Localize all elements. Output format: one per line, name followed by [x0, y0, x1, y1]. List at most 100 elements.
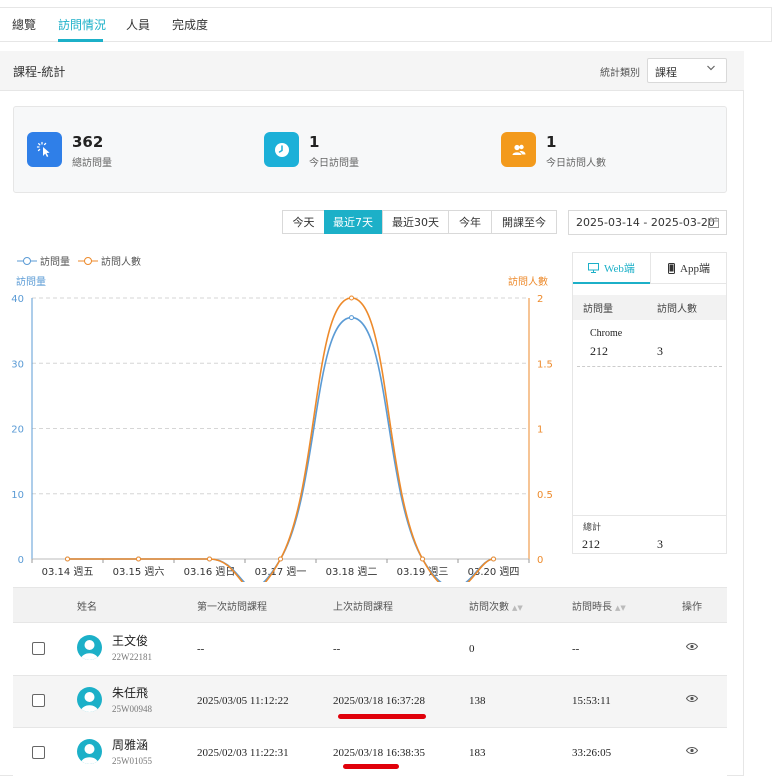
x-tick-label: 03.16 週日	[184, 566, 236, 578]
x-tick-label: 03.18 週二	[326, 566, 378, 578]
x-tick-label: 03.19 週三	[397, 566, 449, 578]
y-left-tick-label: 30	[11, 359, 24, 370]
legend-visits[interactable]: 訪問量	[17, 253, 70, 268]
tab-app-label: App端	[680, 263, 710, 275]
legend-visitors[interactable]: 訪問人數	[78, 253, 141, 268]
tab-people[interactable]: 人員	[126, 16, 150, 33]
data-point	[349, 315, 354, 321]
row-duration: 15:53:11	[572, 695, 611, 707]
tab-completion[interactable]: 完成度	[172, 16, 208, 33]
y-left-tick-label: 10	[11, 490, 24, 501]
sort-icon[interactable]: ▲▼	[615, 604, 626, 612]
x-tick-label: 03.14 週五	[42, 566, 94, 578]
today-visitors-value: 1	[546, 133, 557, 151]
row-first-visit: --	[197, 643, 205, 655]
legend-visitors-label: 訪問人數	[101, 257, 141, 268]
range-7days-button[interactable]: 最近7天	[324, 210, 382, 234]
avatar	[77, 687, 102, 712]
row-checkbox[interactable]	[32, 642, 45, 655]
row-checkbox[interactable]	[32, 746, 45, 759]
range-30days-button[interactable]: 最近30天	[382, 210, 449, 234]
side-total-visits: 212	[582, 537, 600, 551]
row-name[interactable]: 王文俊	[112, 632, 148, 649]
row-last-visit: --	[333, 643, 341, 655]
y-right-tick-label: 0.5	[537, 490, 553, 501]
browser-name: Chrome	[590, 328, 623, 339]
y-left-tick-label: 40	[11, 294, 24, 305]
data-point	[65, 556, 70, 562]
avatar	[77, 635, 102, 660]
y-right-tick-label: 2	[537, 294, 543, 305]
cursor-click-icon	[27, 132, 62, 167]
total-visits-label: 總訪問量	[72, 158, 112, 169]
side-col-visits: 訪問量	[583, 304, 613, 315]
x-tick-label: 03.17 週一	[255, 566, 307, 578]
row-visit-count: 183	[469, 747, 486, 759]
eye-icon[interactable]	[685, 745, 699, 758]
series-line	[67, 297, 494, 582]
today-visitors-label: 今日訪問人數	[546, 158, 606, 169]
top-tab-bar: 總覽 訪問情況 人員 完成度	[0, 7, 772, 42]
col-duration-label: 訪問時長	[572, 602, 612, 613]
left-axis-title: 訪問量	[16, 275, 46, 288]
tab-app[interactable]: App端	[650, 253, 727, 284]
clock-icon	[264, 132, 299, 167]
row-last-visit: 2025/03/18 16:37:28	[333, 695, 425, 707]
range-today-button[interactable]: 今天	[282, 210, 325, 234]
y-left-tick-label: 20	[11, 425, 24, 436]
col-duration[interactable]: 訪問時長 ▲▼	[572, 598, 626, 613]
range-since-start-button[interactable]: 開課至今	[491, 210, 557, 234]
y-left-tick-label: 0	[18, 555, 24, 566]
active-tab-indicator	[58, 39, 103, 42]
eye-icon[interactable]	[685, 641, 699, 654]
row-first-visit: 2025/02/03 11:22:31	[197, 747, 289, 759]
row-visit-count: 0	[469, 643, 475, 655]
red-underline-mark	[343, 764, 399, 769]
data-point	[278, 556, 283, 562]
category-select-value: 課程	[655, 66, 677, 79]
data-point	[349, 295, 354, 301]
phone-icon	[668, 262, 676, 274]
browser-visitors: 3	[657, 344, 663, 358]
users-icon	[501, 132, 536, 167]
row-name[interactable]: 朱任飛	[112, 684, 148, 701]
user-avatar-icon	[80, 640, 99, 660]
row-visit-count: 138	[469, 695, 486, 707]
sort-icon[interactable]: ▲▼	[512, 604, 523, 612]
row-checkbox[interactable]	[32, 694, 45, 707]
side-total-visitors: 3	[657, 537, 663, 551]
tab-web-label: Web端	[604, 262, 635, 275]
row-duration: 33:26:05	[572, 747, 612, 759]
tab-overview[interactable]: 總覽	[12, 16, 36, 33]
col-actions: 操作	[682, 602, 702, 613]
col-visit-count[interactable]: 訪問次數 ▲▼	[469, 598, 523, 613]
eye-icon[interactable]	[685, 693, 699, 706]
series-line	[67, 316, 494, 582]
range-year-button[interactable]: 今年	[448, 210, 492, 234]
calendar-icon	[708, 217, 719, 231]
side-col-visitors: 訪問人數	[657, 304, 697, 315]
date-range-value: 2025-03-14 - 2025-03-20	[576, 216, 715, 229]
legend-visits-label: 訪問量	[40, 257, 70, 268]
row-student-id: 22W22181	[112, 652, 152, 662]
tab-visits[interactable]: 訪問情況	[58, 16, 106, 33]
date-range-picker[interactable]: 2025-03-14 - 2025-03-20	[568, 210, 727, 235]
summary-cards	[13, 106, 727, 193]
side-total-divider	[573, 515, 726, 516]
y-right-tick-label: 1	[537, 425, 543, 436]
red-underline-mark	[338, 714, 426, 719]
right-axis-title: 訪問人數	[508, 275, 548, 288]
row-name[interactable]: 周雅涵	[112, 736, 148, 753]
x-tick-label: 03.15 週六	[113, 566, 165, 578]
panel-title: 課程-統計	[13, 65, 66, 79]
tab-web[interactable]: Web端	[573, 253, 650, 284]
total-visits-value: 362	[72, 133, 104, 151]
data-point	[136, 556, 141, 562]
y-right-tick-label: 1.5	[537, 359, 553, 370]
row-student-id: 25W00948	[112, 704, 152, 714]
side-total-label: 總計	[583, 523, 602, 533]
today-visits-label: 今日訪問量	[309, 158, 359, 169]
data-point	[207, 556, 212, 562]
browser-visits: 212	[590, 344, 608, 358]
col-last-visit: 上次訪問課程	[333, 602, 393, 613]
